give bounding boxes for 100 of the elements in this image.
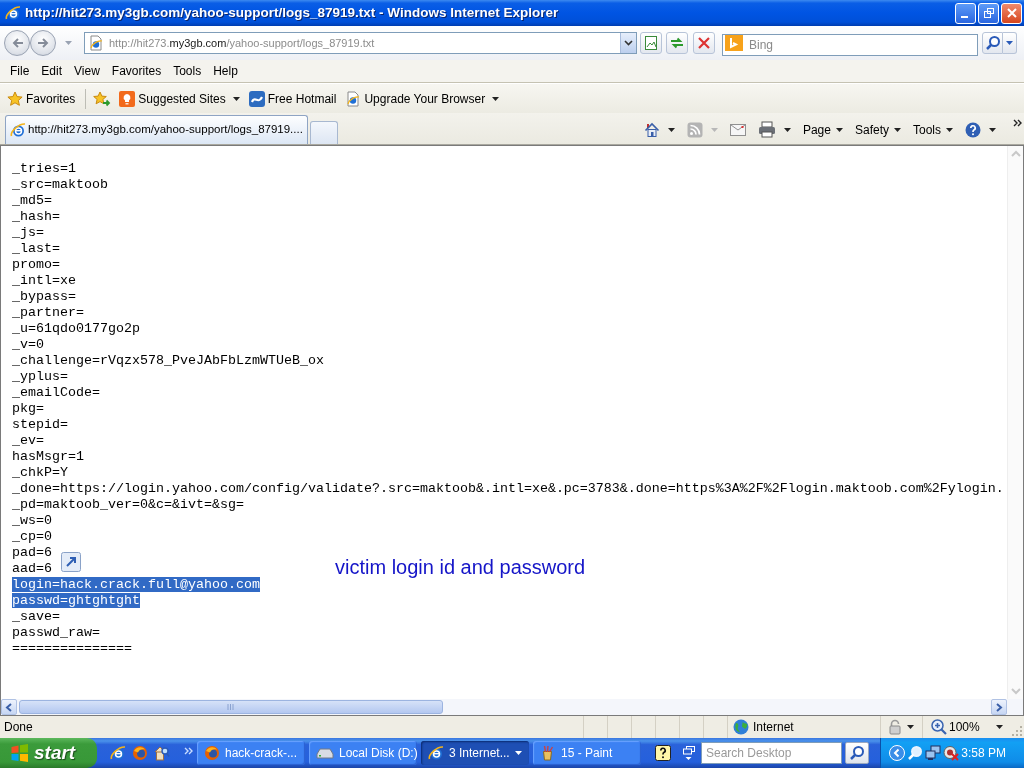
printer-icon <box>757 121 776 138</box>
log-line: _bypass= <box>12 289 76 304</box>
log-line: _save= <box>12 609 60 624</box>
windows-logo-icon <box>10 744 29 762</box>
taskbar-button[interactable]: hack-crack-... <box>197 741 305 765</box>
refresh-icon <box>669 35 685 51</box>
log-line: _md5= <box>12 193 52 208</box>
log-line: _u=61qdo0177go2p <box>12 321 140 336</box>
restore-button[interactable] <box>978 2 999 24</box>
menu-item[interactable]: File <box>4 60 36 82</box>
log-line: pkg= <box>12 401 44 416</box>
scroll-thumb[interactable] <box>19 700 443 714</box>
brush-cup-icon <box>540 745 556 761</box>
fox-globe-icon <box>204 745 220 761</box>
search-icon <box>984 35 1001 51</box>
stacked-windows-icon[interactable] <box>683 745 695 761</box>
clock: 3:58 PM <box>961 745 1007 762</box>
log-line: stepid= <box>12 417 68 432</box>
log-line: _partner= <box>12 305 84 320</box>
log-line: _js= <box>12 225 44 240</box>
refresh-button[interactable] <box>666 32 688 54</box>
menu-item[interactable]: View <box>68 60 106 82</box>
chevron-left-icon[interactable] <box>889 745 905 761</box>
back-button[interactable] <box>4 30 30 56</box>
address-field[interactable]: http://hit273.my3gb.com/yahoo-support/logs_87919.txt <box>84 32 637 54</box>
address-dropdown-button[interactable] <box>620 33 636 53</box>
zoom-button[interactable]: 100% <box>931 716 1003 738</box>
favorites-link[interactable]: Upgrade Your Browser <box>342 87 503 110</box>
log-line: _intl=xe <box>12 273 76 288</box>
ie-logo-icon <box>10 122 26 138</box>
log-line: _yplus= <box>12 369 68 384</box>
taskbar-button[interactable]: Local Disk (D:) <box>309 741 417 765</box>
house-magnifier-icon[interactable] <box>154 745 170 761</box>
app-tile-icon <box>248 90 265 107</box>
network-computers-icon[interactable] <box>925 745 941 761</box>
favorites-button[interactable]: Favorites <box>4 87 79 110</box>
feed-icon <box>686 121 703 138</box>
right-arrow-icon <box>36 37 50 49</box>
log-line: aad=6 <box>12 561 52 576</box>
lightbulb-tile-icon <box>119 90 136 107</box>
search-icon <box>849 745 865 761</box>
log-line: _src=maktoob <box>12 177 108 192</box>
forward-button[interactable] <box>30 30 56 56</box>
start-button[interactable]: start <box>0 738 97 768</box>
search-button[interactable] <box>845 742 869 764</box>
ie-logo-icon <box>428 745 444 761</box>
grip-icon <box>227 704 235 710</box>
command-menu[interactable]: Safety <box>851 117 904 142</box>
scroll-right-icon <box>995 702 1003 712</box>
log-line: _done=https://login.yahoo.com/config/validate?.src=maktoob&.intl=xe&.pc=3783&.done=https%3A%2F%2Flogin.maktoob.com%2Fylogin. <box>12 481 1004 496</box>
log-line: _tries=1 <box>12 161 76 176</box>
status-text: Done <box>4 719 33 736</box>
favorites-link[interactable]: Suggested Sites <box>116 87 243 110</box>
drive-icon <box>316 747 334 759</box>
chevron-icon[interactable] <box>1013 119 1022 127</box>
log-line: _challenge=rVqzx578_PveJAbFbLzmWTUeB_ox <box>12 353 324 368</box>
close-button[interactable] <box>1001 2 1022 24</box>
menu-item[interactable]: Favorites <box>105 60 168 82</box>
log-line: passwd_raw= <box>12 625 100 640</box>
command-menu[interactable]: Page <box>799 117 846 142</box>
annotation-text: victim login id and password <box>335 555 586 579</box>
caret-icon <box>1006 41 1013 45</box>
search-options-button[interactable] <box>1003 32 1017 54</box>
page-picture-icon <box>643 35 659 51</box>
browser-tab[interactable]: http://hit273.my3gb.com/yahoo-support/logs_87919.... <box>5 115 308 144</box>
compatibility-button[interactable] <box>640 32 662 54</box>
taskbar-button[interactable]: 3 Internet... <box>421 741 529 765</box>
minimize-button[interactable] <box>955 2 976 24</box>
menu-item[interactable]: Edit <box>35 60 69 82</box>
log-line: _hash= <box>12 209 60 224</box>
search-field[interactable]: Bing <box>722 34 978 56</box>
menu-item[interactable]: Help <box>207 60 244 82</box>
search-icon[interactable] <box>907 745 923 761</box>
resize-grip-icon <box>1012 726 1022 736</box>
error-disc-icon[interactable] <box>943 745 959 761</box>
fox-globe-icon[interactable] <box>132 745 148 761</box>
help-icon[interactable] <box>655 745 671 761</box>
log-line: promo= <box>12 257 60 272</box>
taskbar-button[interactable]: 15 - Paint <box>533 741 641 765</box>
command-menu[interactable]: Tools <box>910 117 956 142</box>
star-arrow-icon <box>93 90 112 107</box>
scroll-right-button[interactable] <box>991 699 1007 715</box>
log-line: _ev= <box>12 433 44 448</box>
stop-button[interactable] <box>693 32 715 54</box>
logo-icon <box>725 35 743 51</box>
zoom-in-icon <box>931 719 947 735</box>
search-button[interactable] <box>982 32 1003 54</box>
log-line: _emailCode= <box>12 385 100 400</box>
ie-logo-icon <box>5 5 21 21</box>
log-line: hasMsgr=1 <box>12 449 84 464</box>
favorites-link[interactable]: Free Hotmail <box>245 87 340 110</box>
search-field[interactable]: Search Desktop <box>701 742 842 764</box>
stop-icon <box>696 35 712 51</box>
page-icon <box>345 90 362 107</box>
security-zone-label: Internet <box>753 719 794 736</box>
menu-item[interactable]: Tools <box>167 60 208 82</box>
close-icon <box>1006 8 1017 18</box>
scroll-left-icon <box>5 702 13 712</box>
scroll-left-button[interactable] <box>1 699 17 715</box>
ie-logo-icon[interactable] <box>110 745 126 761</box>
